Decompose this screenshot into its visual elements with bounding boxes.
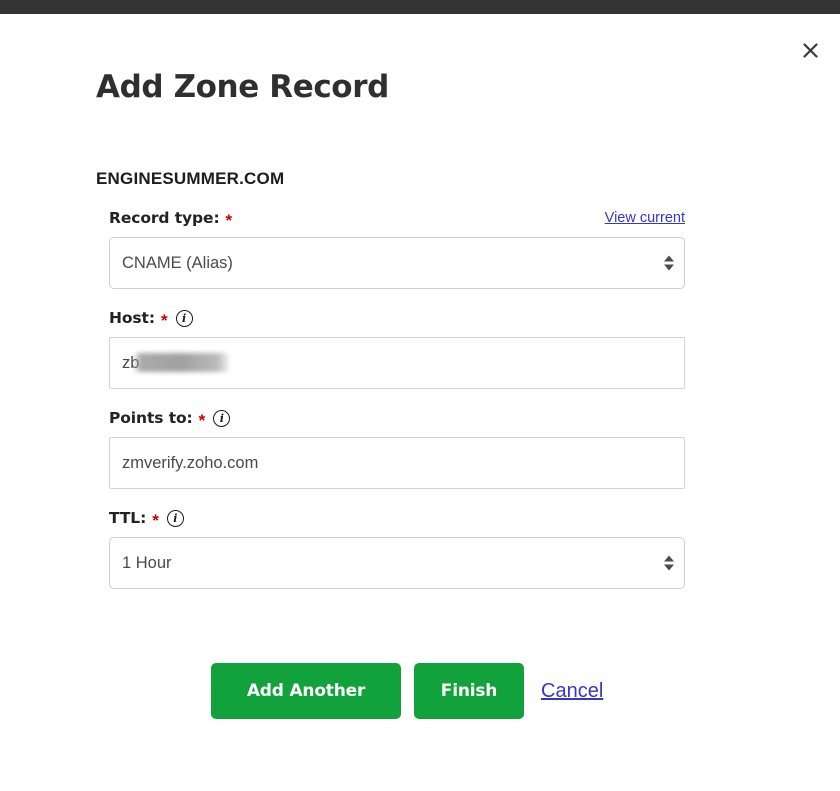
info-icon[interactable]: i bbox=[166, 509, 184, 527]
field-host: Host: * i bbox=[109, 307, 685, 389]
browser-top-bar bbox=[0, 0, 840, 14]
view-current-link[interactable]: View current bbox=[605, 210, 685, 226]
modal-actions: Add Another Finish Cancel bbox=[211, 663, 603, 719]
add-another-button[interactable]: Add Another bbox=[211, 663, 401, 719]
host-label: Host: bbox=[109, 309, 155, 327]
field-ttl: TTL: * i 1 Hour bbox=[109, 507, 685, 589]
field-record-type: Record type: * View current CNAME (Alias… bbox=[109, 207, 685, 289]
record-type-select[interactable]: CNAME (Alias) bbox=[109, 237, 685, 289]
close-icon[interactable] bbox=[796, 36, 824, 64]
required-asterisk: * bbox=[225, 210, 233, 230]
add-zone-record-form: Record type: * View current CNAME (Alias… bbox=[109, 207, 685, 589]
info-icon[interactable]: i bbox=[175, 309, 193, 327]
zone-domain-name: ENGINESUMMER.COM bbox=[96, 169, 285, 188]
ttl-label-row: TTL: * i bbox=[109, 507, 685, 529]
field-points-to: Points to: * i bbox=[109, 407, 685, 489]
points-to-input[interactable] bbox=[109, 437, 685, 489]
required-asterisk: * bbox=[152, 510, 159, 530]
host-input[interactable] bbox=[109, 337, 685, 389]
add-zone-record-modal: Add Zone Record ENGINESUMMER.COM Record … bbox=[0, 14, 840, 791]
points-to-label: Points to: bbox=[109, 409, 193, 427]
record-type-label-row: Record type: * View current bbox=[109, 207, 685, 229]
points-to-label-row: Points to: * i bbox=[109, 407, 685, 429]
host-label-group: Host: * i bbox=[109, 309, 193, 330]
ttl-label-group: TTL: * i bbox=[109, 509, 184, 530]
host-input-wrap bbox=[109, 337, 685, 389]
required-asterisk: * bbox=[160, 310, 168, 330]
record-type-label: Record type: bbox=[109, 209, 220, 227]
ttl-select-wrap: 1 Hour bbox=[109, 537, 685, 589]
ttl-label: TTL: bbox=[109, 509, 147, 527]
info-icon[interactable]: i bbox=[213, 409, 231, 427]
host-label-row: Host: * i bbox=[109, 307, 685, 329]
page-title: Add Zone Record bbox=[96, 69, 389, 105]
finish-button[interactable]: Finish bbox=[414, 663, 524, 719]
record-type-select-wrap: CNAME (Alias) bbox=[109, 237, 685, 289]
cancel-link[interactable]: Cancel bbox=[541, 680, 603, 703]
ttl-select[interactable]: 1 Hour bbox=[109, 537, 685, 589]
points-to-label-group: Points to: * i bbox=[109, 409, 231, 430]
required-asterisk: * bbox=[198, 410, 206, 430]
record-type-label-group: Record type: * bbox=[109, 209, 233, 230]
